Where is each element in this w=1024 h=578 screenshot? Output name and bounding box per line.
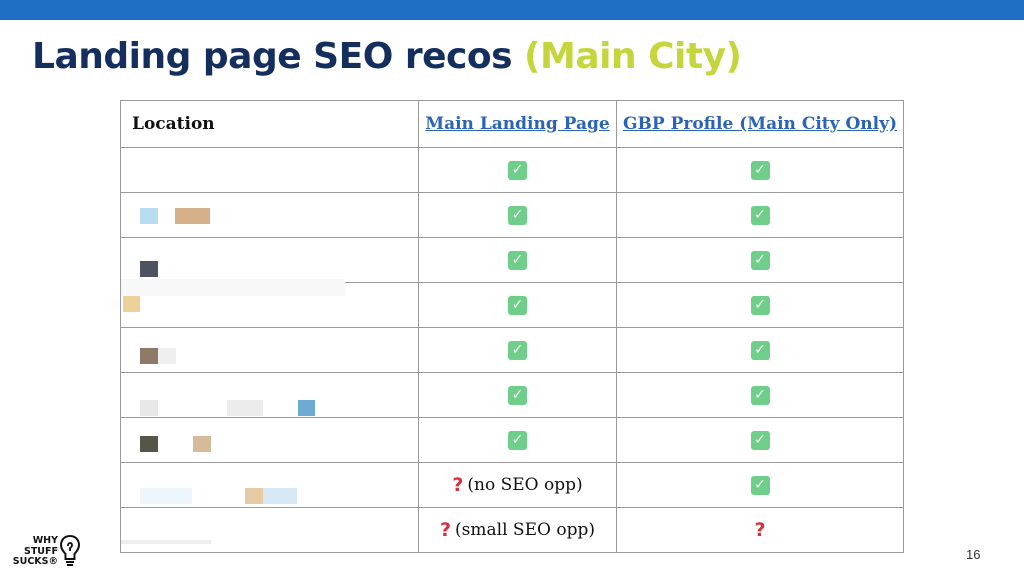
- redacted-location: [140, 488, 192, 504]
- check-icon: ✓: [750, 206, 770, 225]
- table-row: ✓ ✓: [120, 147, 904, 193]
- location-cell: [120, 372, 419, 418]
- redacted-location: [121, 540, 211, 544]
- table-row: ? (no SEO opp) ✓: [120, 462, 904, 508]
- check-icon: ✓: [508, 431, 527, 450]
- question-mark-icon: ?: [754, 519, 766, 541]
- check-icon: ✓: [508, 341, 527, 360]
- main-landing-page-cell: ? (no SEO opp): [418, 462, 617, 508]
- gbp-profile-cell: ✓: [616, 327, 904, 373]
- gbp-profile-cell: ?: [616, 507, 904, 553]
- gbp-profile-link[interactable]: GBP Profile (Main City Only): [623, 114, 897, 134]
- slide-title: Landing page SEO recos (Main City): [32, 36, 742, 77]
- main-landing-page-cell: ✓: [418, 327, 617, 373]
- check-icon: ✓: [508, 296, 527, 315]
- main-landing-page-header: Main Landing Page: [418, 100, 617, 148]
- question-mark-icon: ?: [452, 474, 464, 496]
- table-row: ✓ ✓: [120, 192, 904, 238]
- gbp-profile-cell: ✓: [616, 372, 904, 418]
- redacted-location: [263, 488, 297, 504]
- opportunity-note: (no SEO opp): [467, 475, 583, 495]
- check-icon: ✓: [750, 161, 770, 180]
- location-header: Location: [120, 100, 419, 148]
- main-landing-page-cell: ✓: [418, 417, 617, 463]
- gbp-profile-cell: ✓: [616, 462, 904, 508]
- gbp-profile-cell: ✓: [616, 147, 904, 193]
- check-icon: ✓: [750, 386, 770, 405]
- table-row: ✓ ✓: [120, 327, 904, 373]
- check-icon: ✓: [508, 386, 527, 405]
- gbp-profile-header: GBP Profile (Main City Only): [616, 100, 904, 148]
- redacted-location: [123, 296, 140, 312]
- main-landing-page-cell: ✓: [418, 147, 617, 193]
- check-icon: ✓: [750, 296, 770, 315]
- redacted-location: [193, 436, 211, 452]
- title-accent-text: (Main City): [524, 36, 742, 77]
- redacted-location: [140, 261, 158, 277]
- gbp-profile-cell: ✓: [616, 417, 904, 463]
- redacted-location: [175, 208, 210, 224]
- table-row: ✓ ✓: [120, 237, 904, 283]
- logo-line-1: WHY: [32, 535, 58, 546]
- check-icon: ✓: [750, 341, 770, 360]
- question-mark-icon: ?: [440, 519, 452, 541]
- redacted-location: [227, 400, 263, 416]
- main-landing-page-cell: ✓: [418, 192, 617, 238]
- redacted-location: [298, 400, 315, 416]
- top-accent-bar: [0, 0, 1024, 20]
- table-row: ✓ ✓: [120, 417, 904, 463]
- redacted-location: [140, 436, 158, 452]
- check-icon: ✓: [508, 251, 527, 270]
- redacted-location: [140, 400, 158, 416]
- main-landing-page-cell: ✓: [418, 237, 617, 283]
- table-row: ? (small SEO opp)?: [120, 507, 904, 553]
- location-cell: [120, 147, 419, 193]
- location-cell: [120, 417, 419, 463]
- logo-text: WHY STUFF SUCKS®: [10, 535, 58, 568]
- opportunity-note: (small SEO opp): [455, 520, 595, 540]
- gbp-profile-cell: ✓: [616, 237, 904, 283]
- page-number: 16: [966, 547, 981, 562]
- main-landing-page-cell: ✓: [418, 372, 617, 418]
- check-icon: ✓: [750, 431, 770, 450]
- check-icon: ✓: [508, 206, 527, 225]
- check-icon: ✓: [750, 476, 770, 495]
- brand-logo: WHY STUFF SUCKS®: [10, 533, 81, 573]
- redacted-location: [245, 488, 263, 504]
- redacted-location: [140, 208, 158, 224]
- gbp-profile-cell: ✓: [616, 282, 904, 328]
- redaction-fade: [121, 279, 345, 296]
- title-main-text: Landing page SEO recos: [32, 36, 525, 77]
- location-cell: [120, 192, 419, 238]
- main-landing-page-link[interactable]: Main Landing Page: [425, 114, 609, 134]
- check-icon: ✓: [508, 161, 527, 180]
- main-landing-page-cell: ? (small SEO opp): [418, 507, 617, 553]
- location-cell: [120, 507, 419, 553]
- table-body: ✓ ✓ ✓ ✓ ✓ ✓ ✓ ✓ ✓ ✓ ✓ ✓ ✓ ✓? (no SEO opp) ✓? (small SEO …: [120, 147, 904, 553]
- redacted-location: [140, 348, 158, 364]
- lightbulb-icon: [59, 534, 81, 566]
- gbp-profile-cell: ✓: [616, 192, 904, 238]
- redacted-location: [158, 348, 176, 364]
- logo-line-3: SUCKS®: [12, 556, 58, 567]
- check-icon: ✓: [750, 251, 770, 270]
- seo-recommendations-table: Location Main Landing Page GBP Profile (…: [120, 100, 904, 553]
- location-cell: [120, 237, 419, 283]
- table-header-row: Location Main Landing Page GBP Profile (…: [120, 100, 904, 148]
- main-landing-page-cell: ✓: [418, 282, 617, 328]
